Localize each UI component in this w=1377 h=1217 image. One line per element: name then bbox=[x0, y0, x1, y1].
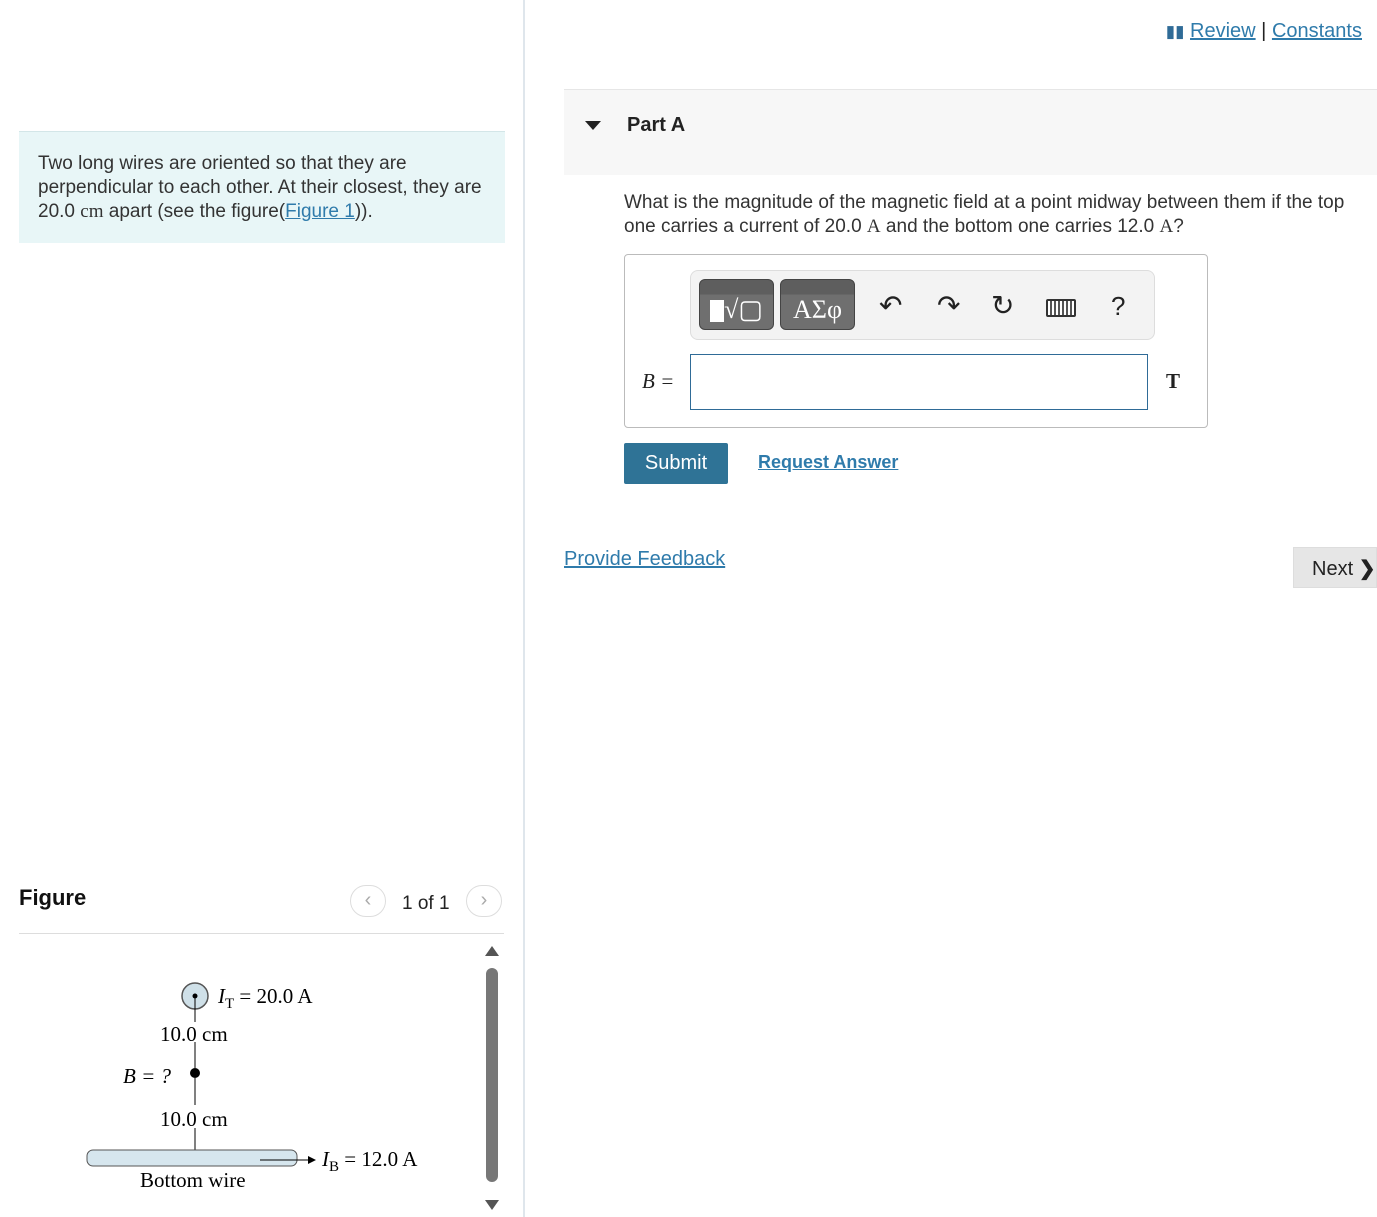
review-link[interactable]: Review bbox=[1190, 20, 1256, 42]
redo-icon[interactable]: ↷ bbox=[937, 289, 960, 322]
answer-variable: B = bbox=[642, 369, 675, 393]
question-unit: A bbox=[1159, 216, 1174, 237]
intro-unit: cm bbox=[80, 201, 104, 222]
figure-count: 1 of 1 bbox=[402, 893, 450, 914]
undo-icon[interactable]: ↶ bbox=[879, 289, 902, 322]
answer-box: √▢ ΑΣφ ↶ ↷ ↻ ? B = T bbox=[624, 254, 1208, 428]
answer-unit: T bbox=[1166, 369, 1181, 393]
field-label: B = ? bbox=[123, 1064, 171, 1088]
templates-button[interactable]: √▢ bbox=[699, 279, 774, 330]
intro-text: )). bbox=[354, 201, 373, 222]
top-current-sub: T bbox=[225, 996, 234, 1012]
svg-text:IB = 12.0 A: IB = 12.0 A bbox=[321, 1147, 418, 1175]
figure-link[interactable]: Figure 1 bbox=[285, 201, 355, 222]
question-part: ? bbox=[1173, 216, 1184, 237]
wires-figure: IT = 20.0 A 10.0 cm B = ? 10.0 cm IB = 1… bbox=[86, 982, 418, 1192]
top-current-value: = 20.0 A bbox=[234, 984, 313, 1008]
scroll-up-icon[interactable] bbox=[485, 946, 499, 956]
bottom-current-sub: B bbox=[329, 1159, 339, 1175]
intro-text: apart (see the figure( bbox=[103, 201, 286, 222]
midpoint-dot bbox=[190, 1068, 200, 1078]
figure-title: Figure bbox=[19, 885, 87, 910]
answer-label: B = bbox=[642, 369, 674, 394]
keyboard-icon[interactable] bbox=[1046, 299, 1076, 317]
bottom-wire bbox=[86, 1149, 298, 1167]
next-figure-button[interactable]: › bbox=[466, 885, 502, 917]
help-button[interactable]: ? bbox=[1111, 291, 1125, 322]
question-unit: A bbox=[866, 216, 881, 237]
link-separator: | bbox=[1261, 20, 1267, 42]
submit-button[interactable]: Submit bbox=[624, 443, 728, 484]
collapse-caret-icon[interactable] bbox=[585, 121, 601, 130]
math-toolbar: √▢ ΑΣφ ↶ ↷ ↻ ? bbox=[690, 270, 1155, 340]
figure-scrollbar[interactable] bbox=[486, 968, 498, 1182]
next-label: Next bbox=[1312, 558, 1354, 580]
bottom-wire-label: Bottom wire bbox=[140, 1168, 246, 1192]
top-links: ▮▮ Review | Constants bbox=[1166, 20, 1362, 43]
provide-feedback-link[interactable]: Provide Feedback bbox=[564, 548, 725, 571]
next-button[interactable]: Next ❯ bbox=[1293, 547, 1377, 588]
book-icon: ▮▮ bbox=[1165, 22, 1185, 41]
current-arrow-icon bbox=[308, 1156, 316, 1164]
problem-intro: Two long wires are oriented so that they… bbox=[19, 131, 505, 243]
bottom-current-value: = 12.0 A bbox=[339, 1147, 418, 1171]
part-a-header[interactable]: Part A bbox=[564, 89, 1377, 175]
distance-label-top: 10.0 cm bbox=[160, 1022, 228, 1046]
question-part: and the bottom one carries 12.0 bbox=[880, 216, 1160, 237]
constants-link[interactable]: Constants bbox=[1272, 20, 1362, 42]
panel-divider bbox=[523, 0, 525, 1217]
reset-icon[interactable]: ↻ bbox=[991, 289, 1014, 322]
request-answer-link[interactable]: Request Answer bbox=[758, 452, 898, 473]
part-title: Part A bbox=[627, 114, 686, 136]
chevron-right-icon: ❯ bbox=[1358, 558, 1376, 580]
distance-label-bottom: 10.0 cm bbox=[160, 1107, 228, 1131]
prev-figure-button[interactable]: ‹ bbox=[350, 885, 386, 917]
answer-input[interactable] bbox=[690, 354, 1148, 410]
question-text: What is the magnitude of the magnetic fi… bbox=[624, 191, 1374, 239]
svg-text:IT = 20.0 A: IT = 20.0 A bbox=[217, 984, 313, 1012]
scroll-down-icon[interactable] bbox=[485, 1200, 499, 1210]
figure-divider bbox=[19, 933, 504, 934]
symbols-button[interactable]: ΑΣφ bbox=[780, 279, 855, 330]
